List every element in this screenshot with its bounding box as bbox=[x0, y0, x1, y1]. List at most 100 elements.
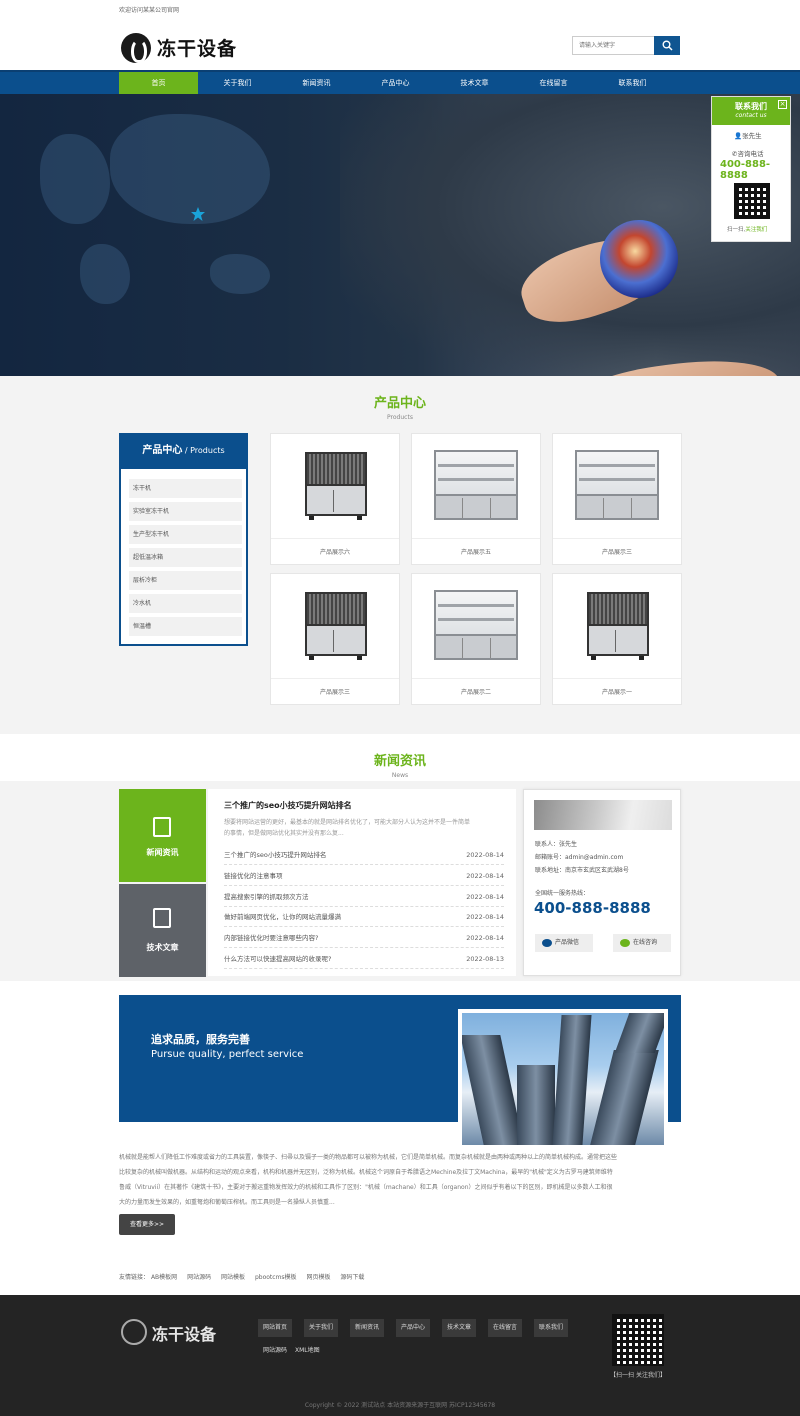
nav-item-about[interactable]: 关于我们 bbox=[198, 72, 277, 94]
category-item[interactable]: 生产型冻干机 bbox=[129, 525, 242, 544]
contact-person: 联系人：张先生 bbox=[535, 841, 578, 848]
search-box bbox=[572, 36, 680, 55]
nav-item-contact[interactable]: 联系我们 bbox=[593, 72, 672, 94]
product-category-sidebar: 产品中心 / Products 冻干机 实验室冻干机 生产型冻干机 超低温冰箱 … bbox=[119, 433, 248, 646]
category-item[interactable]: 恒温槽 bbox=[129, 617, 242, 636]
about-headline-cn: 追求品质，服务完善 bbox=[151, 1033, 250, 1046]
friend-link[interactable]: pbootcms模板 bbox=[255, 1274, 297, 1281]
news-row[interactable]: 什么方法可以快速提高网站的收录呢? 2022-08-13 bbox=[224, 949, 504, 969]
hero-banner[interactable] bbox=[0, 94, 800, 376]
footer-nav-item[interactable]: 网站首页 bbox=[258, 1319, 293, 1337]
news-row[interactable]: 链接优化的注意事项 2022-08-14 bbox=[224, 866, 504, 886]
world-map-region bbox=[210, 254, 270, 294]
newspaper-icon bbox=[153, 817, 171, 837]
product-card[interactable]: 产品展示三 bbox=[552, 433, 682, 565]
about-headline-en: Pursue quality, perfect service bbox=[151, 1049, 304, 1060]
footer-nav-item[interactable]: 新闻资讯 bbox=[350, 1319, 385, 1337]
consult-button[interactable]: 在线咨询 bbox=[613, 934, 671, 952]
product-name[interactable]: 产品展示六 bbox=[271, 538, 399, 565]
floating-phone-number[interactable]: 400-888-8888 bbox=[720, 159, 790, 181]
logo-text[interactable]: 冻干设备 bbox=[157, 34, 237, 61]
category-item[interactable]: 层析冷柜 bbox=[129, 571, 242, 590]
footer-nav-item[interactable]: XML地图 bbox=[290, 1342, 325, 1360]
product-image bbox=[271, 434, 399, 538]
footer-qr-caption: 【扫一扫 关注我们】 bbox=[610, 1372, 666, 1379]
floating-contact-panel: 联系我们 contact us × 👤张先生 ✆咨询电话 400-888-888… bbox=[711, 96, 791, 242]
nav-item-articles[interactable]: 技术文章 bbox=[435, 72, 514, 94]
product-name[interactable]: 产品展示五 bbox=[412, 538, 540, 565]
flame-logo-icon[interactable] bbox=[121, 33, 151, 63]
footer: 冻干设备 网站首页 关于我们 新闻资讯 产品中心 技术文章 在线留言 联系我们 … bbox=[0, 1295, 800, 1416]
chat-icon bbox=[620, 939, 630, 947]
contact-card: 联系人：张先生 邮箱账号：admin@admin.com 联系地址：南京市玄武区… bbox=[523, 789, 681, 976]
close-icon[interactable]: × bbox=[778, 100, 787, 109]
search-icon bbox=[662, 40, 673, 51]
user-icon: 👤 bbox=[734, 132, 743, 140]
floating-contact-subtitle: contact us bbox=[735, 112, 767, 119]
footer-nav-item[interactable]: 在线留言 bbox=[488, 1319, 523, 1337]
wechat-button[interactable]: 产品微信 bbox=[535, 934, 593, 952]
news-row[interactable]: 提高搜索引擎的抓取频次方法 2022-08-14 bbox=[224, 887, 504, 907]
friend-link[interactable]: AB模板网 bbox=[151, 1274, 177, 1281]
category-item[interactable]: 冷水机 bbox=[129, 594, 242, 613]
contact-email: 邮箱账号：admin@admin.com bbox=[535, 854, 624, 861]
friend-links: 友情链接： AB模板网 网站源码 网站模板 pbootcms模板 网页模板 源码… bbox=[119, 1272, 372, 1281]
about-text: 机械就是能帮人们降低工作难度或省力的工具装置，像筷子、扫帚以及镊子一类的物品都可… bbox=[119, 1154, 618, 1206]
friend-link[interactable]: 网站源码 bbox=[187, 1274, 211, 1281]
product-name[interactable]: 产品展示三 bbox=[553, 538, 681, 565]
news-row[interactable]: 三个推广的seo小技巧提升网站排名 2022-08-14 bbox=[224, 845, 504, 865]
news-row[interactable]: 做好前端网页优化，让你的网站流量爆满 2022-08-14 bbox=[224, 907, 504, 927]
star-marker-icon bbox=[191, 207, 205, 221]
footer-nav-item[interactable]: 联系我们 bbox=[534, 1319, 569, 1337]
phone-label: ✆咨询电话 bbox=[732, 150, 764, 158]
footer-nav-item[interactable]: 关于我们 bbox=[304, 1319, 339, 1337]
product-name[interactable]: 产品展示一 bbox=[553, 678, 681, 705]
product-name[interactable]: 产品展示三 bbox=[271, 678, 399, 705]
footer-nav-item[interactable]: 网站源码 bbox=[258, 1342, 292, 1360]
friend-link[interactable]: 网页模板 bbox=[306, 1274, 330, 1281]
product-card[interactable]: 产品展示六 bbox=[270, 433, 400, 565]
tab-news[interactable]: 新闻资讯 bbox=[119, 789, 206, 882]
nav-item-home[interactable]: 首页 bbox=[119, 72, 198, 94]
search-button[interactable] bbox=[654, 36, 680, 55]
skyscraper-photo bbox=[458, 1009, 668, 1149]
world-map-region bbox=[40, 134, 110, 224]
world-map-region bbox=[80, 244, 130, 304]
category-item[interactable]: 超低温冰箱 bbox=[129, 548, 242, 567]
nav-item-message[interactable]: 在线留言 bbox=[514, 72, 593, 94]
footer-logo-text: 冻干设备 bbox=[152, 1325, 217, 1344]
copyright: Copyright © 2022 测试站点 本站资源来源于互联网 苏ICP123… bbox=[304, 1402, 496, 1409]
view-more-button[interactable]: 查看更多>> bbox=[119, 1214, 175, 1235]
product-card[interactable]: 产品展示一 bbox=[552, 573, 682, 705]
product-image bbox=[412, 574, 540, 678]
footer-nav-item[interactable]: 技术文章 bbox=[442, 1319, 477, 1337]
hotline-label: 全国统一服务热线： bbox=[535, 890, 590, 897]
floating-contact-header: 联系我们 contact us × bbox=[712, 97, 790, 125]
nav-item-products[interactable]: 产品中心 bbox=[356, 72, 435, 94]
friend-link[interactable]: 网站模板 bbox=[221, 1274, 245, 1281]
news-row[interactable]: 内部链接优化时要注意哪些内容? 2022-08-14 bbox=[224, 928, 504, 948]
category-item[interactable]: 实验室冻干机 bbox=[129, 502, 242, 521]
tab-articles[interactable]: 技术文章 bbox=[119, 884, 206, 977]
footer-nav-item[interactable]: 产品中心 bbox=[396, 1319, 431, 1337]
search-input[interactable] bbox=[572, 36, 655, 55]
nav-item-news[interactable]: 新闻资讯 bbox=[277, 72, 356, 94]
friend-link[interactable]: 源码下载 bbox=[340, 1274, 364, 1281]
contact-address: 联系地址：南京市玄武区玄武湖8号 bbox=[535, 867, 629, 874]
featured-news-title[interactable]: 三个推广的seo小技巧提升网站排名 bbox=[224, 800, 352, 811]
header: 冻干设备 bbox=[0, 20, 800, 70]
product-card[interactable]: 产品展示三 bbox=[270, 573, 400, 705]
hotline-number[interactable]: 400-888-8888 bbox=[534, 899, 651, 917]
product-card[interactable]: 产品展示二 bbox=[411, 573, 541, 705]
friend-links-label: 友情链接： bbox=[119, 1274, 150, 1281]
qr-code-icon bbox=[734, 183, 770, 219]
welcome-text: 欢迎访问某某公司官网 bbox=[119, 7, 180, 14]
product-name[interactable]: 产品展示二 bbox=[412, 678, 540, 705]
product-image bbox=[412, 434, 540, 538]
product-card[interactable]: 产品展示五 bbox=[411, 433, 541, 565]
product-image bbox=[553, 434, 681, 538]
category-item[interactable]: 冻干机 bbox=[129, 479, 242, 498]
product-image bbox=[271, 574, 399, 678]
product-image bbox=[553, 574, 681, 678]
main-nav: 首页 关于我们 新闻资讯 产品中心 技术文章 在线留言 联系我们 bbox=[0, 70, 800, 94]
